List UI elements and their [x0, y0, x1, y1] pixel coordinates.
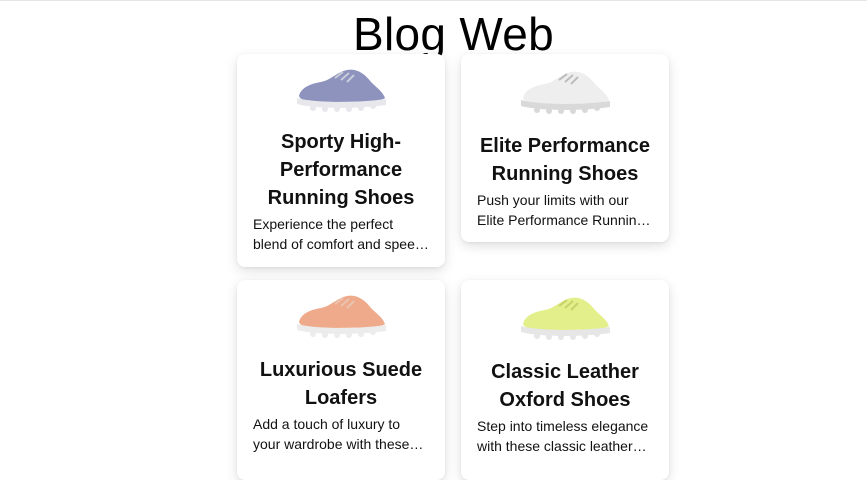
top-divider [0, 0, 867, 1]
post-title[interactable]: Classic Leather Oxford Shoes [477, 358, 653, 414]
shoe-image-lavender [297, 69, 386, 112]
post-card[interactable]: Luxurious Suede Loafers Add a touch of l… [237, 280, 445, 480]
post-card[interactable]: Classic Leather Oxford Shoes Step into t… [461, 280, 669, 480]
post-excerpt: Push your limits with our Elite Performa… [477, 192, 645, 228]
post-excerpt: Experience the perfect blend of comfort … [253, 216, 423, 252]
shoe-image-peach [297, 295, 386, 338]
post-card[interactable]: Sporty High-Performance Running Shoes Ex… [237, 54, 445, 267]
post-excerpt: Add a touch of luxury to your wardrobe w… [253, 416, 410, 452]
post-title[interactable]: Sporty High-Performance Running Shoes [253, 128, 429, 212]
post-title[interactable]: Elite Performance Running Shoes [477, 132, 653, 188]
shoe-image-white [521, 71, 610, 114]
shoe-image-lime [521, 297, 610, 340]
post-card[interactable]: Elite Performance Running Shoes Push you… [461, 54, 669, 242]
post-excerpt: Step into timeless elegance with these c… [477, 418, 649, 454]
post-title[interactable]: Luxurious Suede Loafers [253, 356, 429, 412]
